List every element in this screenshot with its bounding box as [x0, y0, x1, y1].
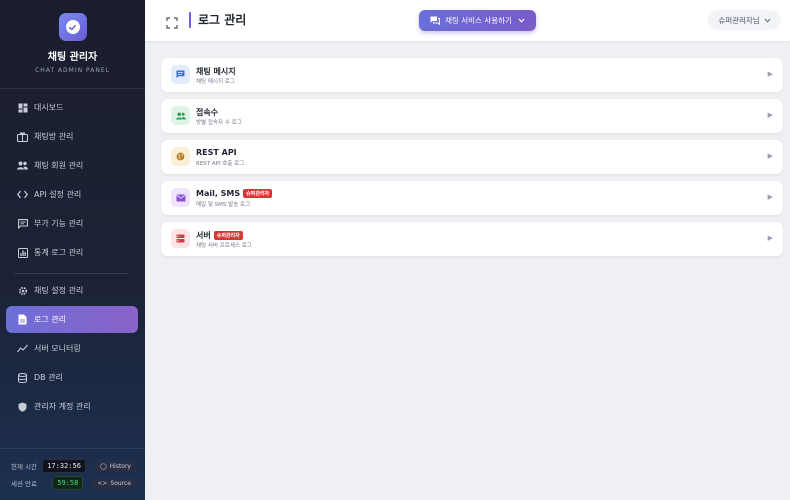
sidebar-item-admin-accounts[interactable]: 관리자 계정 관리 [6, 393, 138, 420]
sidebar-item-label: 관리자 계정 관리 [34, 402, 91, 411]
line-chart-icon [17, 343, 28, 354]
globe-icon [171, 147, 190, 166]
log-card-chat-message[interactable]: 채팅 메시지 채팅 메시지 로그 ▶ [161, 58, 783, 92]
card-description: 방별 접속자 수 로그 [196, 120, 242, 126]
sidebar-item-api-settings[interactable]: API 설정 관리 [6, 181, 138, 208]
session-label: 세션 만료 [11, 480, 37, 488]
brand-title: 채팅 관리자 [47, 52, 98, 63]
chevron-right-icon: ▶ [767, 234, 773, 242]
sidebar-item-label: 로그 관리 [34, 315, 66, 324]
history-button[interactable]: ◯ History [94, 460, 136, 472]
chat-bubble-icon [171, 65, 190, 84]
session-timer: 59:58 [52, 476, 84, 490]
code-icon: <> [97, 479, 108, 487]
brand: 채팅 관리자 CHAT ADMIN PANEL [0, 0, 145, 88]
card-title-text: Mail, SMS [196, 189, 241, 198]
card-title: Mail, SMS 슈퍼관리자 [196, 189, 273, 198]
chat-service-label: 채팅 서비스 사용하기 [445, 16, 512, 25]
chevron-right-icon: ▶ [767, 70, 773, 78]
sidebar-item-dashboard[interactable]: 대시보드 [6, 94, 138, 121]
sidebar-item-label: DB 관리 [34, 373, 63, 382]
sidebar-item-server-monitoring[interactable]: 서버 모니터링 [6, 335, 138, 362]
chat-bubble-icon [430, 16, 441, 25]
super-admin-badge: 슈퍼관리자 [243, 189, 273, 198]
card-title-text: 채팅 메시지 [196, 67, 236, 76]
sidebar-item-label: 채팅 설정 관리 [34, 286, 84, 295]
card-title: 채팅 메시지 [196, 66, 236, 77]
sidebar-footer: 현재 시간 17:32:56 ◯ History 세션 만료 59:58 <> … [0, 448, 145, 500]
card-title-text: 접속수 [196, 108, 219, 117]
users-icon [171, 106, 190, 125]
sidebar-item-label: 통계 로그 관리 [34, 248, 84, 257]
document-icon [17, 314, 28, 325]
code-icon [17, 189, 28, 200]
sidebar-item-log-management[interactable]: 로그 관리 [6, 306, 138, 333]
message-square-icon [17, 218, 28, 229]
chevron-right-icon: ▶ [767, 193, 773, 201]
chevron-down-icon [518, 18, 525, 23]
sidebar-item-chat-rooms[interactable]: 채팅방 관리 [6, 123, 138, 150]
chevron-right-icon: ▶ [767, 152, 773, 160]
clock-row: 현재 시간 17:32:56 ◯ History [11, 459, 136, 473]
history-icon: ◯ [99, 462, 107, 470]
user-menu[interactable]: 슈퍼관리자님 [708, 10, 781, 30]
chevron-down-icon [764, 18, 771, 23]
brand-subtitle: CHAT ADMIN PANEL [35, 67, 110, 74]
user-name: 슈퍼관리자님 [718, 15, 760, 25]
sidebar-item-chat-settings[interactable]: 채팅 설정 관리 [6, 277, 138, 304]
chevron-right-icon: ▶ [767, 111, 773, 119]
users-icon [17, 160, 28, 171]
card-description: 채팅 메시지 로그 [196, 79, 235, 85]
log-card-connections[interactable]: 접속수 방별 접속자 수 로그 ▶ [161, 99, 783, 133]
fullscreen-icon[interactable] [166, 14, 178, 29]
bar-chart-icon [17, 247, 28, 258]
card-title-text: REST API [196, 148, 237, 157]
log-card-server[interactable]: 서버 슈퍼관리자 채팅 서버 프로세스 로그 ▶ [161, 222, 783, 256]
super-admin-badge: 슈퍼관리자 [213, 231, 243, 240]
card-title-text: 서버 [196, 231, 211, 240]
server-icon [171, 229, 190, 248]
title-accent-bar [189, 12, 191, 28]
history-label: History [109, 462, 131, 470]
source-label: Source [110, 479, 131, 487]
session-row: 세션 만료 59:58 <> Source [11, 476, 136, 490]
gear-icon [17, 285, 28, 296]
card-title: 서버 슈퍼관리자 [196, 230, 243, 241]
check-circle-icon[interactable] [58, 13, 87, 41]
sidebar-item-label: 채팅 회원 관리 [34, 161, 84, 170]
sidebar-item-label: 채팅방 관리 [34, 132, 74, 141]
sidebar-item-label: 부가 기능 관리 [34, 219, 84, 228]
sidebar-item-chat-members[interactable]: 채팅 회원 관리 [6, 152, 138, 179]
sidebar-item-stats-logs[interactable]: 통계 로그 관리 [6, 239, 138, 266]
nav-divider [14, 273, 129, 274]
sidebar-item-label: 대시보드 [34, 103, 64, 112]
card-description: REST API 호출 로그 [196, 161, 245, 167]
card-description: 채팅 서버 프로세스 로그 [196, 243, 252, 249]
sidebar-item-label: 서버 모니터링 [34, 344, 81, 353]
card-title: 접속수 [196, 107, 218, 118]
database-icon [17, 372, 28, 383]
mail-icon [171, 188, 190, 207]
page-title: 로그 관리 [198, 13, 247, 27]
chat-service-button[interactable]: 채팅 서비스 사용하기 [419, 10, 536, 31]
sidebar: 채팅 관리자 CHAT ADMIN PANEL 대시보드 채팅방 관리 채팅 회… [0, 0, 145, 500]
sidebar-item-label: API 설정 관리 [34, 190, 82, 199]
shield-icon [17, 401, 28, 412]
divider [0, 88, 145, 89]
card-description: 메일 및 SMS 발송 로그 [196, 202, 251, 208]
dashboard-icon [17, 102, 28, 113]
log-card-rest-api[interactable]: REST API REST API 호출 로그 ▶ [161, 140, 783, 174]
clock-value: 17:32:56 [42, 459, 86, 473]
card-title: REST API [196, 148, 237, 157]
chat-room-icon [17, 131, 28, 142]
sidebar-item-db-management[interactable]: DB 관리 [6, 364, 138, 391]
log-card-mail-sms[interactable]: Mail, SMS 슈퍼관리자 메일 및 SMS 발송 로그 ▶ [161, 181, 783, 215]
top-header: 로그 관리 채팅 서비스 사용하기 슈퍼관리자님 [145, 0, 790, 41]
sidebar-item-extra-features[interactable]: 부가 기능 관리 [6, 210, 138, 237]
source-button[interactable]: <> Source [92, 477, 136, 489]
time-label: 현재 시간 [11, 463, 37, 471]
